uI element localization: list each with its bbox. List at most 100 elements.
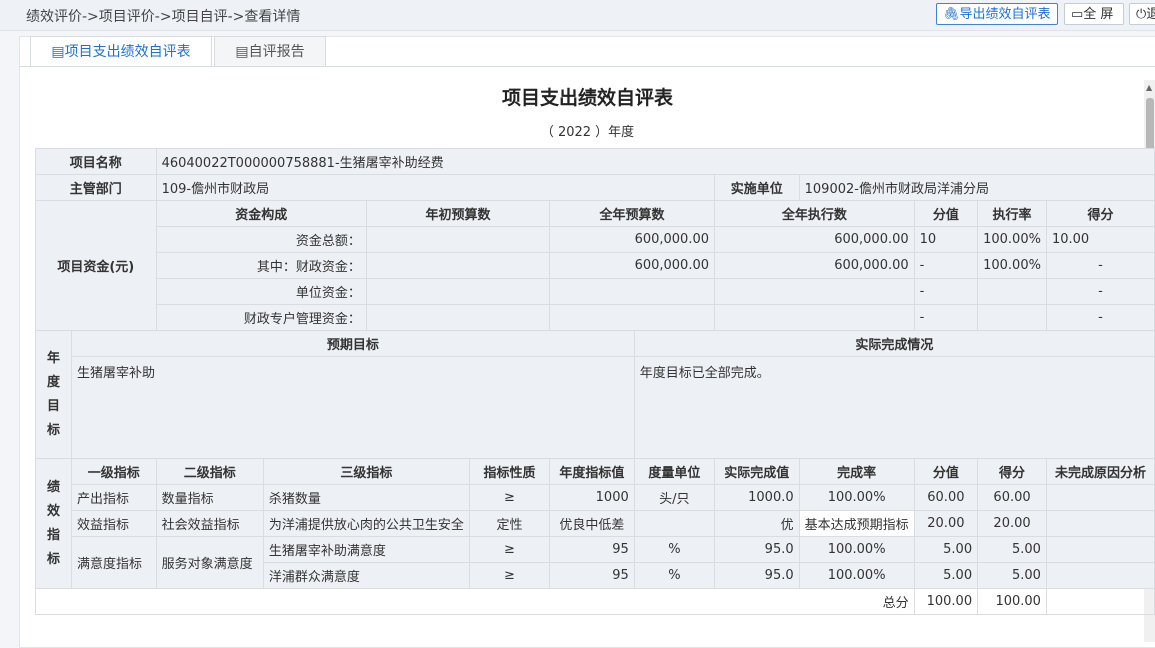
- exit-button-label: 退: [1146, 7, 1155, 22]
- score-weight: -: [913, 278, 979, 305]
- breadcrumb: 绩效评价->项目评价->项目自评->查看详情: [26, 9, 301, 25]
- unit-value: 109002-儋州市财政局洋浦分局: [798, 174, 1155, 201]
- total-score: 100.00: [977, 588, 1047, 615]
- level2-indicator: 数量指标: [155, 484, 264, 511]
- shortfall-analysis: [1045, 536, 1155, 563]
- table-row: 资金总额： 600,000.00 600,000.00 10 100.00% 1…: [36, 226, 1155, 253]
- tab-divider: [20, 66, 1155, 67]
- column-header: 全年执行数: [714, 200, 915, 227]
- execution-rate: [977, 278, 1047, 305]
- evaluation-table: 项目名称 46040022T000000758881-生猪屠宰补助经费 主管部门…: [35, 148, 1155, 615]
- annual-executed: [714, 304, 915, 331]
- score-weight: 60.00: [913, 484, 979, 511]
- column-header: 分值: [913, 200, 979, 227]
- score: 5.00: [977, 536, 1047, 563]
- score: -: [1045, 252, 1155, 279]
- score-weight: 5.00: [913, 536, 979, 563]
- completion-rate: 100.00%: [798, 536, 915, 563]
- unit-label: 实施单位: [714, 174, 800, 201]
- table-row: 其中：财政资金： 600,000.00 600,000.00 - 100.00%…: [36, 252, 1155, 279]
- level2-indicator: 社会效益指标: [155, 510, 264, 537]
- attachment-icon: 🖇: [943, 7, 960, 22]
- fund-type: 资金总额：: [155, 226, 367, 253]
- document-title: 项目支出绩效自评表: [501, 87, 673, 109]
- completion-rate: 100.00%: [798, 562, 915, 589]
- form-icon: ▤: [51, 44, 65, 60]
- level3-indicator: 杀猪数量: [262, 484, 470, 511]
- level3-indicator: 为洋浦提供放心肉的公共卫生安全: [262, 510, 470, 537]
- scroll-up-icon[interactable]: ▲: [1146, 84, 1154, 92]
- level2-indicator: 服务对象满意度: [155, 536, 264, 589]
- score-weight: -: [913, 304, 979, 331]
- table-row: 年度目标 预期目标 实际完成情况: [35, 330, 1155, 459]
- column-header: 得分: [1045, 200, 1155, 227]
- score-weight: 5.00: [913, 562, 979, 589]
- expected-goal-header: 预期目标: [70, 330, 635, 357]
- actual-result-text: 年度目标已全部完成。: [633, 356, 1155, 459]
- level3-indicator: 生猪屠宰补助满意度: [262, 536, 470, 563]
- annual-executed: 600,000.00: [714, 252, 915, 279]
- project-name-label: 项目名称: [35, 148, 157, 175]
- level1-indicator: 满意度指标: [70, 536, 157, 589]
- actual-value: 优: [714, 510, 800, 537]
- unit: %: [633, 536, 716, 563]
- indicator-nature: ≥: [468, 484, 551, 511]
- fullscreen-icon: ▭: [1071, 7, 1084, 22]
- table-row: 效益指标 社会效益指标 为洋浦提供放心肉的公共卫生安全 定性 优良中低差 优 基…: [36, 510, 1155, 537]
- annual-target: 1000: [549, 484, 635, 511]
- tab-self-eval-report[interactable]: ▤自评报告: [214, 36, 326, 66]
- annual-target: 95: [549, 536, 635, 563]
- initial-budget: [365, 252, 551, 279]
- expected-goal-text: 生猪屠宰补助: [70, 356, 635, 459]
- tab-label: 项目支出绩效自评表: [64, 44, 191, 60]
- column-header: 得分: [977, 458, 1047, 485]
- goals-label: 年度目标: [35, 330, 72, 459]
- annual-executed: [714, 278, 915, 305]
- column-header: 二级指标: [155, 458, 264, 485]
- column-header: 实际完成值: [714, 458, 800, 485]
- export-button[interactable]: 🖇导出绩效自评表: [936, 3, 1058, 25]
- column-header: 三级指标: [262, 458, 470, 485]
- execution-rate: [977, 304, 1047, 331]
- actual-value: 1000.0: [714, 484, 800, 511]
- actual-result-header: 实际完成情况: [633, 330, 1155, 357]
- completion-rate: 基本达成预期指标: [798, 510, 915, 537]
- completion-rate: 100.00%: [798, 484, 915, 511]
- indicator-nature: ≥: [468, 536, 551, 563]
- initial-budget: [365, 304, 551, 331]
- form-icon: ▤: [235, 44, 249, 60]
- fund-type: 单位资金：: [155, 278, 367, 305]
- annual-budget: 600,000.00: [549, 226, 715, 253]
- score: 20.00: [977, 510, 1047, 537]
- initial-budget: [365, 278, 551, 305]
- power-icon: ⏻: [1136, 7, 1147, 22]
- total-label: 总分: [35, 588, 915, 615]
- level3-indicator: 洋浦群众满意度: [262, 562, 470, 589]
- score: 5.00: [977, 562, 1047, 589]
- table-row: 主管部门 109-儋州市财政局 实施单位 109002-儋州市财政局洋浦分局: [35, 174, 1155, 201]
- table-row: 满意度指标 服务对象满意度 生猪屠宰补助满意度 ≥ 95 % 95.0 100.…: [36, 536, 1155, 589]
- unit: [633, 510, 716, 537]
- execution-rate: 100.00%: [977, 252, 1047, 279]
- column-header: 年度指标值: [549, 458, 635, 485]
- unit: %: [633, 562, 716, 589]
- initial-budget: [365, 226, 551, 253]
- tab-self-eval-table[interactable]: ▤项目支出绩效自评表: [30, 36, 212, 67]
- score-weight: 20.00: [913, 510, 979, 537]
- funds-label: 项目资金(元): [35, 200, 157, 331]
- total-value: 100.00: [913, 588, 979, 615]
- top-bar: 绩效评价->项目评价->项目自评->查看详情 🖇导出绩效自评表 ▭全 屏 ⏻退: [0, 0, 1155, 31]
- column-header: 未完成原因分析: [1045, 458, 1155, 485]
- dept-value: 109-儋州市财政局: [155, 174, 716, 201]
- column-header: 一级指标: [70, 458, 157, 485]
- score: -: [1045, 278, 1155, 305]
- actual-value: 95.0: [714, 562, 800, 589]
- indicator-nature: 定性: [468, 510, 551, 537]
- exit-button[interactable]: ⏻退: [1129, 3, 1155, 25]
- fullscreen-button[interactable]: ▭全 屏: [1064, 3, 1124, 25]
- column-header: 度量单位: [633, 458, 716, 485]
- indicators-label: 绩效指标: [35, 458, 72, 589]
- indicator-nature: ≥: [468, 562, 551, 589]
- column-header: 全年预算数: [549, 200, 715, 227]
- annual-target: 优良中低差: [549, 510, 635, 537]
